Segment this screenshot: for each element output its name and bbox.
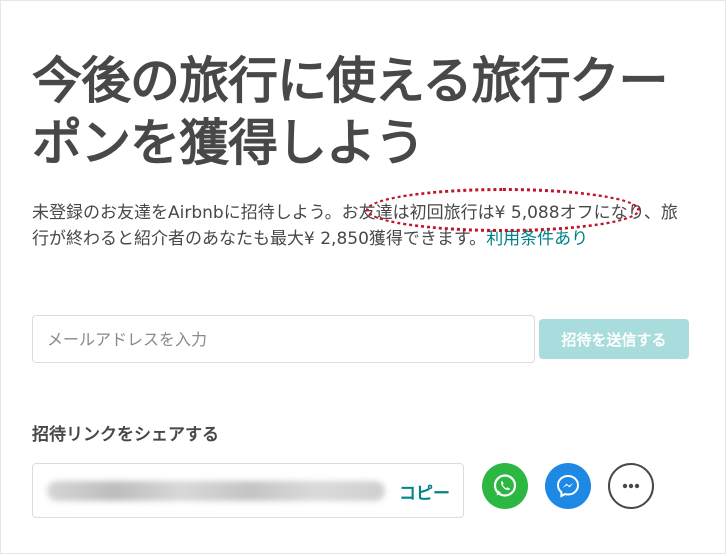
share-messenger-button[interactable] [545, 463, 591, 509]
email-input[interactable] [32, 315, 535, 363]
send-invite-button[interactable]: 招待を送信する [539, 319, 689, 359]
messenger-icon [545, 472, 591, 500]
more-icon [610, 474, 652, 498]
referral-description: 未登録のお友達をAirbnbに招待しよう。お友達は初回旅行は¥ 5,088オフに… [32, 200, 692, 252]
copy-link-button[interactable]: コピー [395, 478, 454, 504]
share-more-button[interactable] [608, 463, 654, 509]
blurred-invite-link [47, 481, 385, 501]
page-headline: 今後の旅行に使える旅行クーポンを獲得しよう [32, 52, 669, 172]
whatsapp-icon [482, 472, 528, 500]
share-whatsapp-button[interactable] [482, 463, 528, 509]
invite-link-box[interactable]: コピー [32, 463, 464, 518]
share-link-title: 招待リンクをシェアする [32, 425, 219, 445]
terms-link[interactable]: 利用条件あり [486, 229, 588, 249]
